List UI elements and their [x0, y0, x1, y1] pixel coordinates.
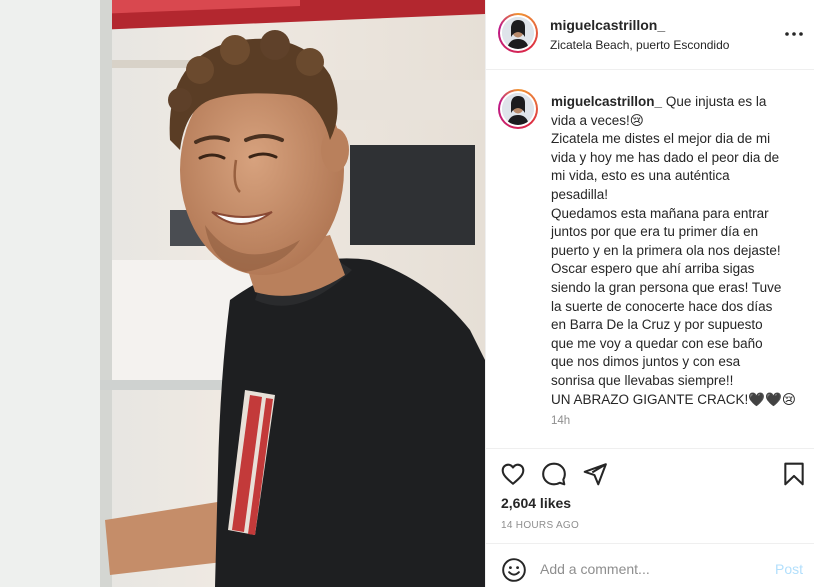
caption-line: en Barra De la Cruz y por supuesto: [551, 317, 763, 333]
post-details-panel: miguelcastrillon_ Zicatela Beach, puerto…: [485, 0, 814, 587]
caption-line: puerto y en la primera ola nos dejaste!: [551, 242, 781, 258]
bookmark-icon[interactable]: [781, 461, 807, 487]
caption-line: siendo la gran persona que eras! Tuve: [551, 279, 782, 295]
caption-line: Zicatela me distes el mejor dia de mi: [551, 131, 771, 147]
comment-input[interactable]: [540, 556, 760, 582]
comment-bar: Post: [486, 543, 814, 587]
caption-line: mi vida, esto es una auténtica: [551, 168, 730, 184]
post-timestamp[interactable]: 14 HOURS AGO: [501, 520, 579, 531]
avatar-image: [502, 93, 534, 125]
comment-icon[interactable]: [541, 461, 567, 487]
post-location[interactable]: Zicatela Beach, puerto Escondido: [550, 38, 729, 52]
post-header: miguelcastrillon_ Zicatela Beach, puerto…: [486, 0, 814, 70]
caption-section: miguelcastrillon_ Que injusta es la vida…: [486, 71, 814, 447]
post-photo[interactable]: [0, 0, 485, 587]
post-comment-button[interactable]: Post: [775, 561, 803, 577]
caption-line: que me voy a quedar con ese baño: [551, 335, 763, 351]
caption-text: miguelcastrillon_ Que injusta es la vida…: [551, 93, 805, 409]
caption-line: la suerte de conocerte hace dos días: [551, 298, 773, 314]
post-actions: 2,604 likes 14 HOURS AGO: [486, 448, 814, 544]
more-options-icon[interactable]: [783, 26, 805, 42]
post-username[interactable]: miguelcastrillon_: [550, 17, 665, 33]
caption-line: Quedamos esta mañana para entrar: [551, 205, 769, 221]
avatar[interactable]: [498, 13, 538, 53]
caption-line: Que injusta es la: [665, 94, 767, 109]
photo-image: [0, 0, 485, 587]
caption-username[interactable]: miguelcastrillon_: [551, 94, 662, 109]
caption-line: juntos por que era tu primer día en: [551, 224, 759, 240]
caption-line: que nos dimos juntos y con esa: [551, 354, 741, 370]
caption-avatar[interactable]: [498, 89, 538, 129]
caption-line: vida y hoy me has dado el peor dia de: [551, 149, 780, 165]
caption-timestamp: 14h: [551, 415, 571, 427]
caption-line: Oscar espero que ahí arriba sigas: [551, 261, 755, 277]
avatar-image: [502, 17, 534, 49]
caption-line: pesadilla!: [551, 186, 609, 202]
caption-line: UN ABRAZO GIGANTE CRACK!🖤🖤😢: [551, 391, 796, 407]
caption-line: vida a veces!😢: [551, 112, 644, 128]
caption-line: sonrisa que llevabas siempre!!: [551, 372, 734, 388]
likes-count[interactable]: 2,604 likes: [501, 495, 571, 511]
emoji-icon[interactable]: [501, 557, 527, 583]
paper-plane-icon[interactable]: [582, 461, 608, 487]
heart-icon[interactable]: [500, 461, 526, 487]
